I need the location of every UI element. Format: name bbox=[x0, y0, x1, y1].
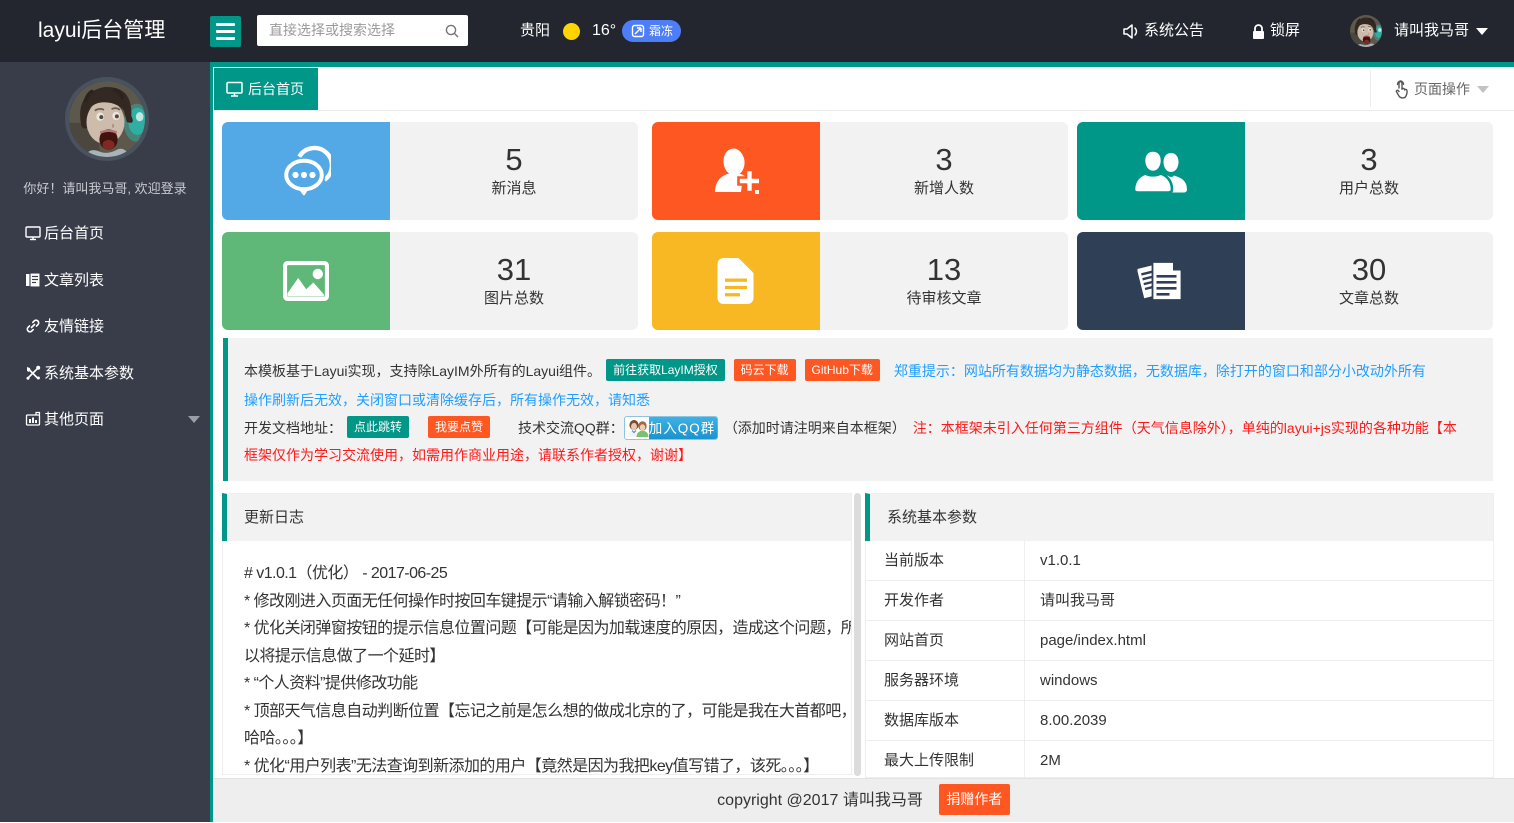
svg-text:加入QQ群: 加入QQ群 bbox=[649, 421, 716, 436]
